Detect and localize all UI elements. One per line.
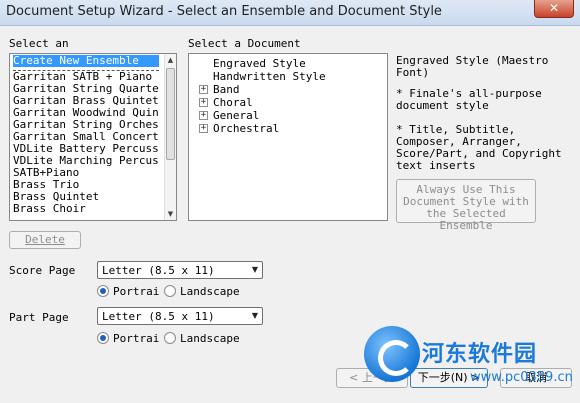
document-tree-item[interactable]: Choral xyxy=(213,96,253,109)
style-description-line1: * Finale's all-purpose document style xyxy=(396,87,542,112)
ensemble-list-item[interactable]: SATB+Piano xyxy=(13,167,159,179)
scroll-up-arrow-icon[interactable]: ▲ xyxy=(165,54,176,66)
watermark-logo xyxy=(364,326,420,382)
expand-plus-icon[interactable]: + xyxy=(199,111,208,120)
document-tree-item[interactable]: Handwritten Style xyxy=(213,70,326,83)
expand-plus-icon[interactable]: + xyxy=(199,124,208,133)
score-portrait-label: Portrai xyxy=(113,285,160,298)
part-page-size-select[interactable]: Letter (8.5 x 11) ▼ xyxy=(97,307,263,325)
style-description-line2: * Title, Subtitle, Composer, Arranger, S… xyxy=(396,123,562,172)
window-title: Document Setup Wizard - Select an Ensemb… xyxy=(6,4,442,19)
ensemble-list-item[interactable]: VDLite Battery Percussion xyxy=(13,143,159,155)
expand-plus-icon[interactable]: + xyxy=(199,98,208,107)
part-portrait-radio[interactable] xyxy=(97,332,109,344)
document-tree-item[interactable]: Band xyxy=(213,83,240,96)
score-landscape-radio[interactable] xyxy=(164,285,176,297)
watermark-text: 河东软件园 xyxy=(422,342,538,367)
ensemble-list-item[interactable]: Garritan Woodwind Quintet xyxy=(13,107,159,119)
document-tree[interactable]: Engraved Style Handwritten Style + Band + Cho… xyxy=(188,53,388,221)
ensemble-list-item[interactable]: Garritan String Orchestra xyxy=(13,119,159,131)
always-use-style-button[interactable]: Always Use This Document Style with the … xyxy=(396,179,536,232)
part-landscape-radio[interactable] xyxy=(164,332,176,344)
document-tree-item[interactable]: General xyxy=(213,109,259,122)
ensemble-label: Select an xyxy=(9,37,69,50)
ensemble-list-item[interactable]: Brass Choir xyxy=(13,203,159,215)
part-landscape-label: Landscape xyxy=(180,332,240,345)
score-page-label: Score Page xyxy=(9,264,76,277)
ensemble-list-item[interactable]: Garritan Small Concert Ba xyxy=(13,131,159,143)
document-tree-item[interactable]: Orchestral xyxy=(213,122,279,135)
ensemble-list-item[interactable]: Brass Trio xyxy=(13,179,159,191)
ensemble-list-item[interactable]: Garritan Brass Quintet xyxy=(13,95,159,107)
document-label: Select a Document xyxy=(188,37,301,50)
part-page-label: Part Page xyxy=(9,311,69,324)
part-page-size-value: Letter (8.5 x 11) xyxy=(102,310,215,323)
ensemble-list-item[interactable]: VDLite Marching Percussio xyxy=(13,155,159,167)
expand-plus-icon[interactable]: + xyxy=(199,85,208,94)
ensemble-scrollbar[interactable]: ▲ ▼ xyxy=(164,54,176,220)
title-bar: Document Setup Wizard - Select an Ensemb… xyxy=(0,0,580,26)
score-portrait-radio[interactable] xyxy=(97,285,109,297)
document-setup-wizard: Document Setup Wizard - Select an Ensemb… xyxy=(0,0,580,403)
watermark-url: www.pc0359.cn xyxy=(470,370,573,385)
close-button[interactable]: ✕ xyxy=(534,0,574,18)
create-new-ensemble-item[interactable]: Create New Ensemble xyxy=(13,55,159,67)
ensemble-listbox[interactable]: ▲ ▼ Create New Ensemble Garritan SATB + P… xyxy=(9,53,177,221)
score-landscape-label: Landscape xyxy=(180,285,240,298)
part-portrait-label: Portrai xyxy=(113,332,160,345)
scroll-down-arrow-icon[interactable]: ▼ xyxy=(165,208,176,220)
ensemble-list-item[interactable]: Garritan SATB + Piano xyxy=(13,71,159,83)
chevron-down-icon: ▼ xyxy=(251,311,258,320)
score-page-size-select[interactable]: Letter (8.5 x 11) ▼ xyxy=(97,261,263,279)
chevron-down-icon: ▼ xyxy=(251,265,258,274)
score-page-size-value: Letter (8.5 x 11) xyxy=(102,264,215,277)
delete-button[interactable]: Delete xyxy=(9,231,81,249)
ensemble-list-item[interactable]: Garritan String Quartet xyxy=(13,83,159,95)
scroll-thumb[interactable] xyxy=(166,68,175,160)
document-tree-item[interactable]: Engraved Style xyxy=(213,57,306,70)
style-description-title: Engraved Style (Maestro Font) xyxy=(396,54,549,79)
ensemble-list-item[interactable]: Brass Quintet xyxy=(13,191,159,203)
